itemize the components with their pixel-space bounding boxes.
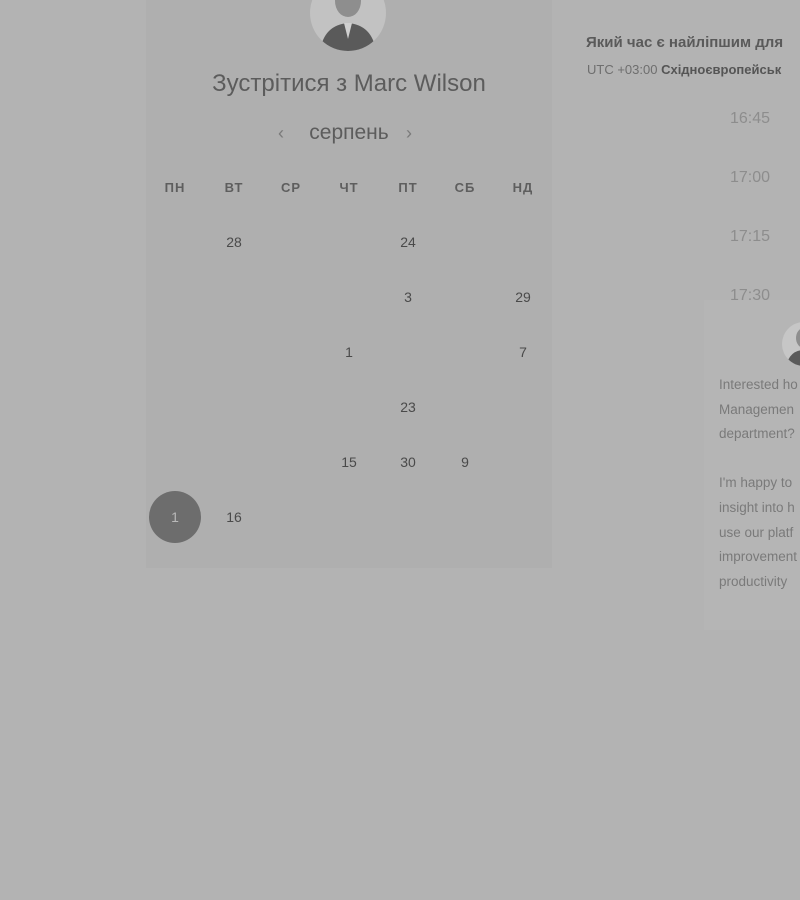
calendar-day-disabled (271, 337, 311, 367)
calendar-day-disabled (329, 227, 369, 257)
calendar-day[interactable]: 16 (214, 502, 254, 532)
calendar-day[interactable]: 23 (388, 392, 428, 422)
chevron-right-icon[interactable]: › (406, 118, 412, 148)
calendar-day-disabled (214, 337, 254, 367)
calendar-day-disabled (445, 227, 485, 257)
calendar-day[interactable]: 3 (388, 282, 428, 312)
calendar-day-disabled (155, 447, 195, 477)
time-slot[interactable]: 17:15 (730, 228, 770, 246)
timezone-name: Східноєвропейськ (661, 62, 782, 77)
calendar-day-disabled (388, 337, 428, 367)
calendar-day-disabled (503, 502, 543, 532)
calendar-day-disabled (503, 447, 543, 477)
calendar-day[interactable]: 1 (329, 337, 369, 367)
weekday-label: ПТ (398, 180, 418, 195)
card-message: Interested ho Managemen department? I'm … (719, 377, 798, 589)
calendar-day-disabled (329, 502, 369, 532)
calendar-day-disabled (214, 447, 254, 477)
calendar-day-disabled (445, 337, 485, 367)
calendar-day-disabled (271, 392, 311, 422)
calendar-day[interactable]: 24 (388, 227, 428, 257)
weekday-label: СБ (454, 180, 476, 195)
weekday-label: ЧТ (339, 180, 359, 195)
calendar-day-disabled (271, 282, 311, 312)
weekday-label: ПН (164, 180, 186, 195)
calendar-day-disabled (155, 337, 195, 367)
timezone-offset: UTC +03:00 (587, 62, 658, 77)
calendar-day[interactable]: 7 (503, 337, 543, 367)
calendar-day-disabled (445, 502, 485, 532)
calendar-day-disabled (503, 392, 543, 422)
calendar-day-disabled (271, 502, 311, 532)
calendar-day-disabled (214, 282, 254, 312)
month-navigation: ‹ серпень › (146, 118, 552, 148)
selected-day[interactable]: 1 (149, 491, 201, 543)
calendar-day-disabled (155, 282, 195, 312)
calendar-day-disabled (155, 227, 195, 257)
time-slot[interactable]: 17:00 (730, 169, 770, 187)
calendar-day[interactable]: 15 (329, 447, 369, 477)
calendar-day-disabled (329, 282, 369, 312)
time-slot[interactable]: 16:45 (730, 110, 770, 128)
calendar-day-disabled (271, 447, 311, 477)
calendar-day[interactable]: 9 (445, 447, 485, 477)
calendar-day-disabled (329, 392, 369, 422)
calendar-day[interactable]: 29 (503, 282, 543, 312)
weekday-label: ВТ (224, 180, 244, 195)
calendar-day-disabled (214, 392, 254, 422)
calendar-day-disabled (271, 227, 311, 257)
page-title: Зустрітися з Marc Wilson (212, 70, 486, 97)
calendar-day-disabled (445, 392, 485, 422)
calendar-day-disabled (155, 392, 195, 422)
time-question-heading: Який час є найліпшим для (586, 34, 784, 51)
month-label: серпень (309, 121, 389, 144)
timezone-label[interactable]: UTC +03:00 Східноєвропейськ (587, 62, 781, 77)
calendar-day-disabled (388, 502, 428, 532)
calendar-day-disabled (445, 282, 485, 312)
calendar-day-disabled (503, 227, 543, 257)
calendar-day[interactable]: 28 (214, 227, 254, 257)
weekday-label: СР (280, 180, 302, 195)
weekday-label: НД (512, 180, 534, 195)
calendar-day[interactable]: 30 (388, 447, 428, 477)
